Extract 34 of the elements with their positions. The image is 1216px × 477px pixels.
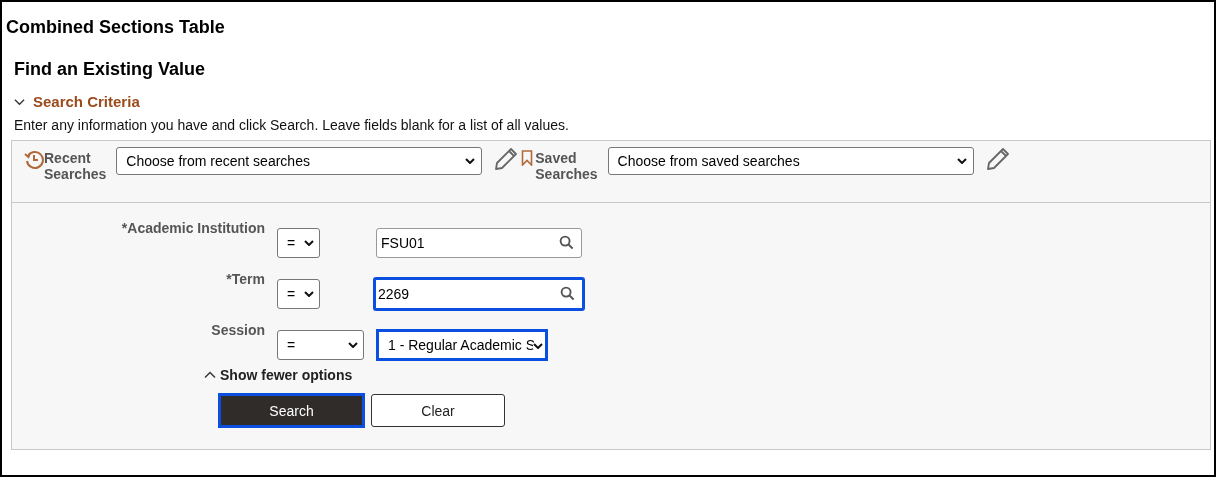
section-toggle[interactable]: Search Criteria [14,92,140,112]
search-icon[interactable] [559,235,574,250]
field-label: *Term [225,270,265,287]
page-title: Combined Sections Table [6,16,226,38]
lookup-field[interactable]: FSU01 [376,227,582,258]
chevron-down-icon [14,98,25,106]
caret-icon [533,342,543,349]
caret-icon [465,158,476,164]
caret-icon [304,239,314,246]
operator-dropdown[interactable]: = [277,227,320,258]
lookup-field[interactable]: 2269 [373,276,585,311]
history-icon [24,150,44,170]
clear-button[interactable]: Clear [371,394,505,427]
pencil-icon[interactable] [494,147,519,171]
saved-searches-label: Saved Searches [535,150,598,182]
section-title: Search Criteria [33,92,140,112]
pencil-icon[interactable] [985,147,1010,171]
caret-icon [956,158,967,164]
chevron-up-icon [204,371,216,379]
recent-searches-label: Recent Searches [44,150,107,182]
recent-searches-dropdown[interactable]: Choose from recent searches [116,147,483,175]
field-label: Session [210,321,265,338]
show-fewer-options-link[interactable]: Show fewer options [204,367,353,383]
field-label: *Academic Institution [120,219,265,236]
search-button[interactable]: Search [218,393,365,428]
caret-icon [348,341,358,348]
instructions-text: Enter any information you have and click Search. Leave fields blank for a list of all values. [14,116,569,134]
bookmark-icon [521,150,534,166]
saved-searches-dropdown[interactable]: Choose from saved searches [607,147,974,175]
operator-dropdown[interactable]: = [277,278,320,309]
caret-icon [304,290,314,297]
search-icon[interactable] [560,286,575,301]
operator-dropdown[interactable]: = [277,329,364,360]
page-heading: Find an Existing Value [14,58,206,80]
